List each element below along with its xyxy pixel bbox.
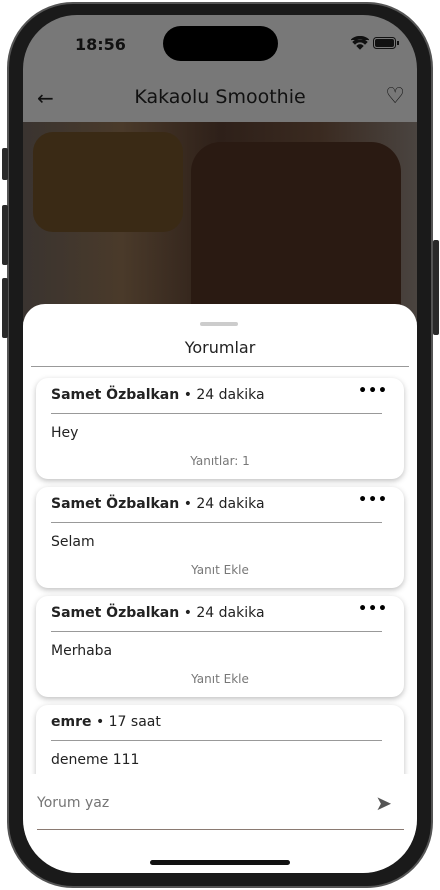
more-options-icon[interactable]: •••	[358, 383, 388, 399]
comment-list[interactable]: Samet Özbalkan • 24 dakika ••• Hey Yanıt…	[23, 374, 417, 774]
heart-outline-icon[interactable]: ♡	[385, 84, 405, 109]
comment-time: • 24 dakika	[183, 605, 265, 621]
comment-author[interactable]: Samet Özbalkan	[51, 496, 179, 512]
divider	[31, 366, 409, 367]
home-indicator[interactable]	[150, 860, 290, 865]
comment-text: deneme 111	[51, 752, 140, 768]
add-reply-link[interactable]: Yanıt Ekle	[36, 563, 404, 577]
battery-icon	[373, 37, 399, 49]
comment-input[interactable]	[37, 795, 337, 811]
comment-time: • 17 saat	[95, 714, 161, 730]
comment-text: Selam	[51, 534, 95, 550]
dynamic-island	[163, 26, 278, 61]
comment-card: emre • 17 saat deneme 111	[36, 705, 404, 774]
send-icon[interactable]: ➤	[375, 791, 392, 815]
comment-card: Samet Özbalkan • 24 dakika ••• Hey Yanıt…	[36, 378, 404, 479]
comment-time: • 24 dakika	[183, 496, 265, 512]
divider	[51, 740, 382, 741]
honey-jar-image	[33, 132, 183, 232]
more-options-icon[interactable]: •••	[358, 492, 388, 508]
status-time: 18:56	[75, 35, 126, 54]
volume-up-button	[2, 205, 8, 265]
comment-text: Merhaba	[51, 643, 113, 659]
sheet-title: Yorumlar	[184, 338, 256, 357]
comment-card: Samet Özbalkan • 24 dakika ••• Selam Yan…	[36, 487, 404, 588]
volume-down-button	[2, 278, 8, 338]
comment-author[interactable]: Samet Özbalkan	[51, 387, 179, 403]
more-options-icon[interactable]: •••	[358, 601, 388, 617]
power-button	[433, 240, 439, 335]
status-bar: 18:56	[23, 15, 417, 75]
comment-card: Samet Özbalkan • 24 dakika ••• Merhaba Y…	[36, 596, 404, 697]
drag-handle[interactable]	[200, 322, 238, 326]
divider	[51, 631, 382, 632]
divider	[51, 413, 382, 414]
page-title: Kakaolu Smoothie	[134, 86, 306, 108]
comment-text: Hey	[51, 425, 79, 441]
add-reply-link[interactable]: Yanıt Ekle	[36, 672, 404, 686]
replies-link[interactable]: Yanıtlar: 1	[36, 454, 404, 468]
recipe-image	[23, 122, 417, 332]
comment-time: • 24 dakika	[183, 387, 265, 403]
divider	[51, 522, 382, 523]
comment-author[interactable]: Samet Özbalkan	[51, 605, 179, 621]
comment-author[interactable]: emre	[51, 714, 91, 730]
comments-sheet: Yorumlar Samet Özbalkan • 24 dakika ••• …	[23, 304, 417, 873]
action-button	[2, 148, 8, 180]
screen: 18:56 ← Kakaolu Smoothie ♡ Yorumlar Same…	[23, 15, 417, 873]
wifi-icon	[351, 36, 369, 50]
app-bar: ← Kakaolu Smoothie ♡	[23, 75, 417, 122]
input-underline	[37, 829, 404, 830]
